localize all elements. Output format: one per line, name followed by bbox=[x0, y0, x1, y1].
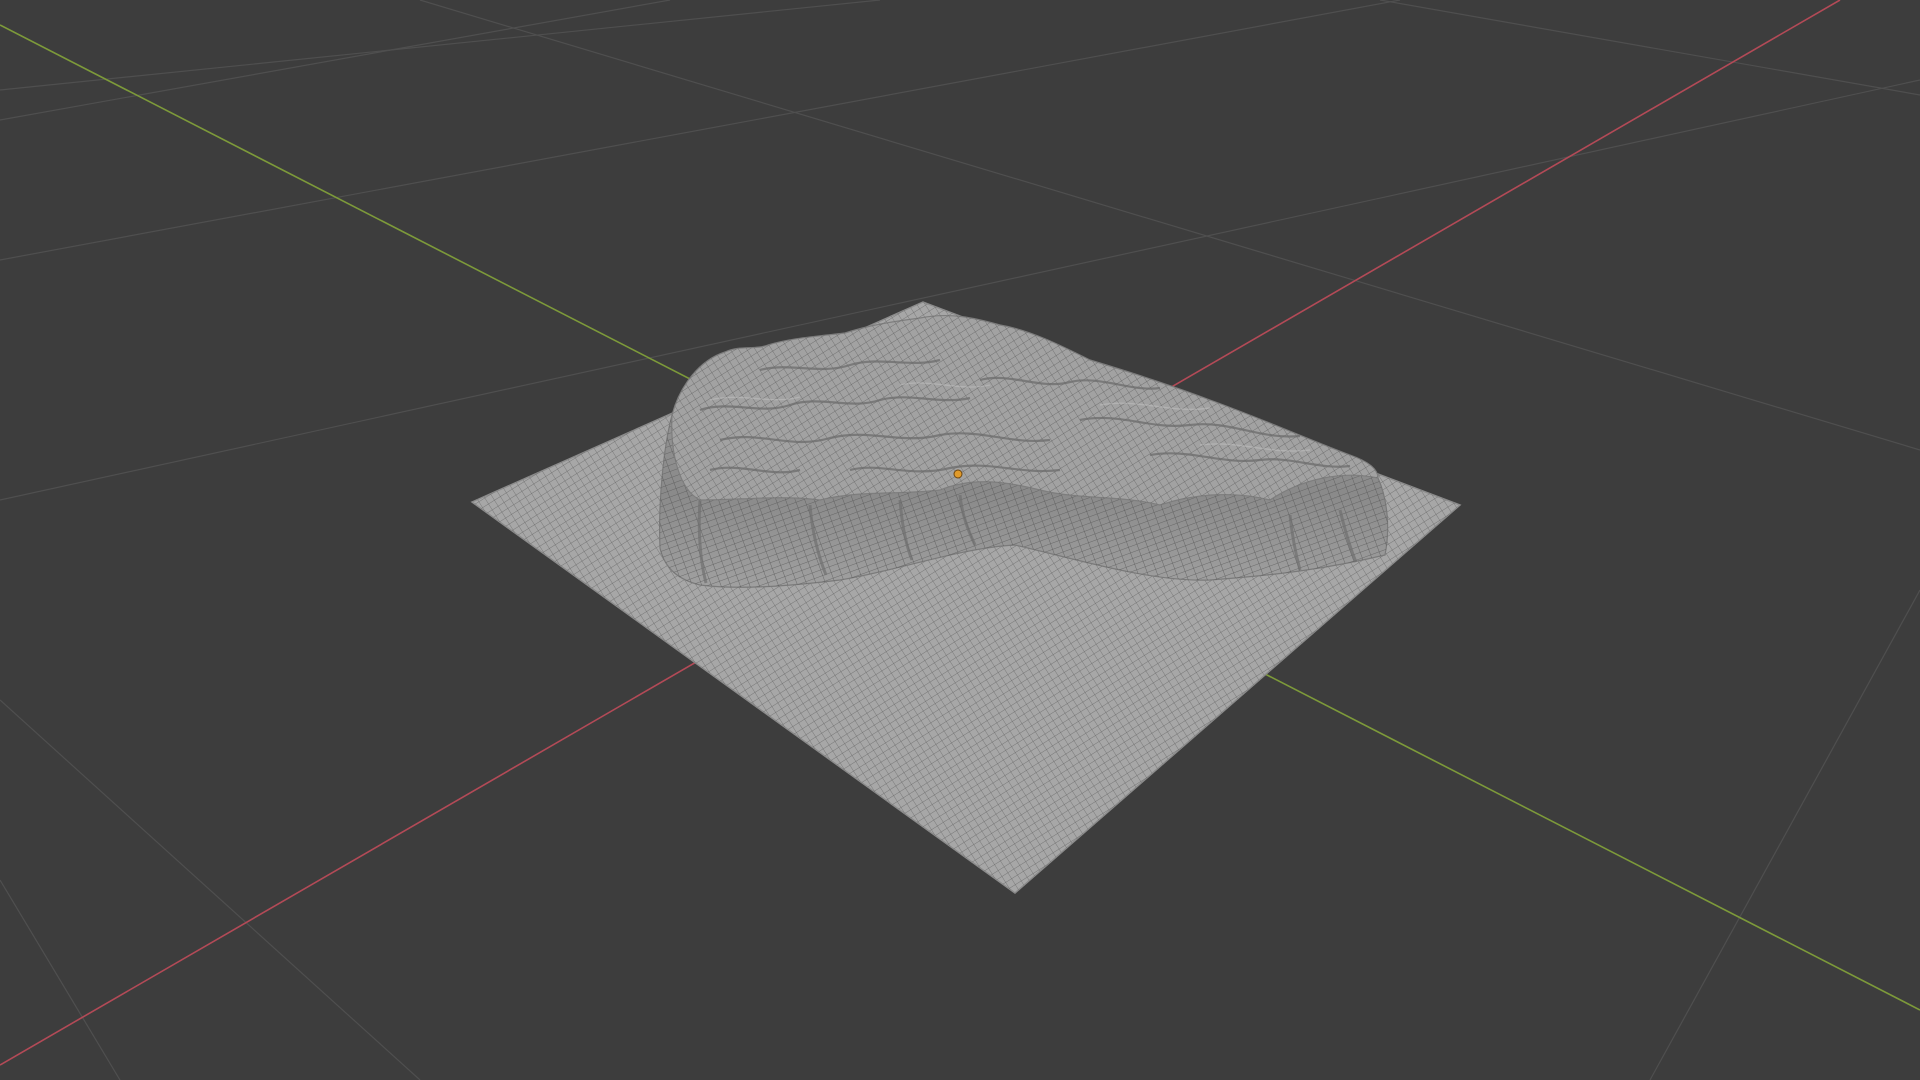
viewport-canvas[interactable] bbox=[0, 0, 1920, 1080]
object-origin-marker[interactable] bbox=[953, 469, 963, 479]
terrain-mesh[interactable] bbox=[470, 301, 1462, 894]
3d-viewport[interactable] bbox=[0, 0, 1920, 1080]
